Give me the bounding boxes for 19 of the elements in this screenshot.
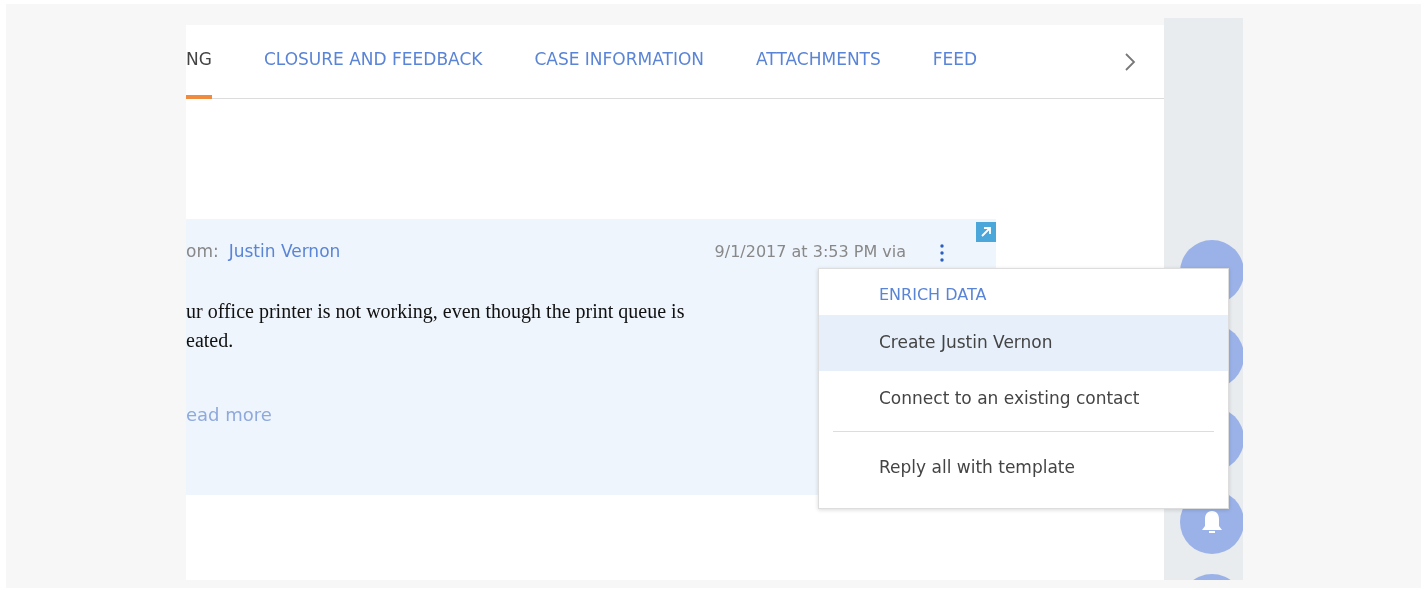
open-external-icon[interactable]: [976, 222, 996, 242]
menu-heading: ENRICH DATA: [878, 284, 988, 306]
tab[interactable]: NG: [186, 25, 212, 99]
chevron-right-icon[interactable]: [1124, 52, 1136, 72]
tab[interactable]: FEED: [932, 25, 978, 99]
kebab-icon: [940, 243, 944, 262]
menu-item[interactable]: Reply all with template: [819, 440, 1228, 496]
menu-item[interactable]: Connect to an existing contact: [819, 371, 1228, 427]
message-text-line: ur office printer is not working, even though the print queue is: [186, 299, 685, 325]
sender-link[interactable]: Justin Vernon: [228, 239, 341, 265]
menu-item[interactable]: Create Justin Vernon: [819, 315, 1228, 371]
message-text-line: eated.: [186, 328, 234, 353]
tab[interactable]: CLOSURE AND FEEDBACK: [263, 25, 483, 99]
read-more-link[interactable]: ead more: [186, 401, 272, 428]
from-label: om:: [186, 240, 219, 264]
bell-icon: [1199, 509, 1225, 535]
message-date: 9/1/2017 at 3:53 PM via: [714, 241, 906, 263]
tab[interactable]: ATTACHMENTS: [756, 25, 881, 99]
tab[interactable]: CASE INFORMATION: [534, 25, 705, 99]
